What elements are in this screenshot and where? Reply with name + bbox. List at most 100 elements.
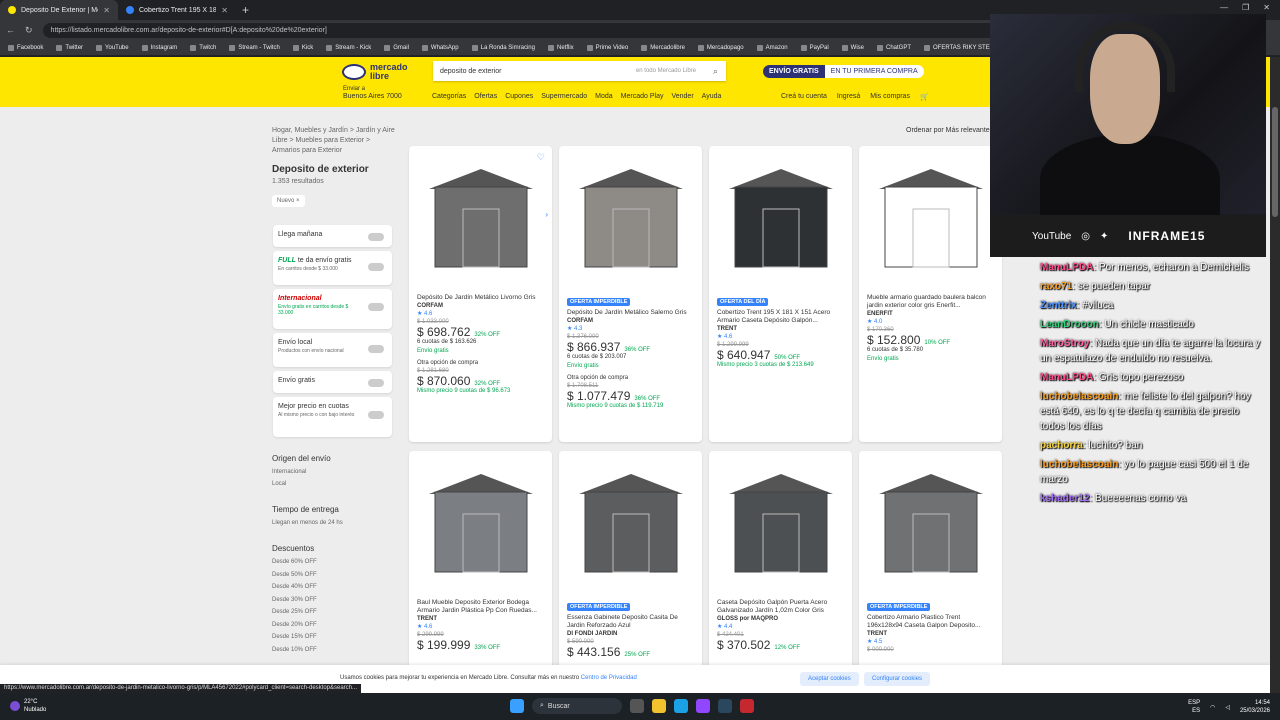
- filter-full[interactable]: FULL te da envío gratis En carritos desd…: [273, 251, 392, 285]
- product-card[interactable]: OFERTA IMPERDIBLE Depósito De Jardín Metá…: [559, 146, 702, 442]
- toggle-switch[interactable]: [368, 303, 384, 311]
- browser-tab-active[interactable]: Deposito De Exterior | MercadoLibre ✕: [0, 0, 118, 20]
- toggle-switch[interactable]: [368, 345, 384, 353]
- steam-icon[interactable]: [718, 699, 732, 713]
- product-image[interactable]: [865, 457, 996, 587]
- search-scope[interactable]: en todo Mercado Libre: [636, 68, 696, 74]
- reload-icon[interactable]: ↻: [25, 25, 33, 36]
- filter-option[interactable]: Internacional: [272, 469, 306, 475]
- mercadolibre-logo[interactable]: mercado libre: [342, 63, 410, 81]
- minimize-icon[interactable]: —: [1220, 3, 1228, 12]
- product-image[interactable]: [565, 457, 696, 587]
- product-title[interactable]: Cobertizo Armario Plastico Trent 196x128…: [867, 614, 997, 630]
- filter-option[interactable]: Local: [272, 481, 286, 487]
- user-link[interactable]: Ingresá: [837, 93, 860, 101]
- bookmark-item[interactable]: Mercadopago: [697, 44, 744, 51]
- product-title[interactable]: Essenza Gabinete Deposito Casita De Jard…: [567, 614, 697, 630]
- app-icon[interactable]: [696, 699, 710, 713]
- product-title[interactable]: Cobertizo Trent 195 X 181 X 151 Acero Ar…: [717, 309, 847, 325]
- search-icon[interactable]: ⌕: [713, 66, 718, 77]
- bookmark-item[interactable]: Amazon: [756, 44, 788, 51]
- file-explorer-icon[interactable]: [652, 699, 666, 713]
- product-title[interactable]: Depósito De Jardín Metálico Livorno Gris: [417, 294, 547, 302]
- bookmark-item[interactable]: OFERTAS RIKY STE...: [924, 44, 995, 51]
- toggle-switch[interactable]: [368, 411, 384, 419]
- product-image[interactable]: [565, 152, 696, 282]
- filter-chip-nuevo[interactable]: Nuevo ×: [272, 195, 305, 207]
- nav-link[interactable]: Moda: [595, 93, 613, 100]
- next-image-icon[interactable]: ›: [545, 210, 548, 219]
- nav-link[interactable]: Ayuda: [702, 93, 722, 100]
- bookmark-item[interactable]: Prime Video: [586, 44, 628, 51]
- wifi-icon[interactable]: ◠: [1210, 704, 1215, 711]
- user-link[interactable]: Mis compras: [870, 93, 910, 101]
- bookmark-item[interactable]: Facebook: [8, 44, 43, 51]
- bookmark-item[interactable]: Netflix: [547, 44, 574, 51]
- product-title[interactable]: Baul Mueble Deposito Exterior Bodega Arm…: [417, 599, 547, 615]
- browser-tab[interactable]: Cobertizo Trent 195 X 181 X 151 A ✕: [118, 0, 236, 20]
- product-image[interactable]: [415, 457, 546, 587]
- toggle-switch[interactable]: [368, 263, 384, 271]
- accept-cookies-button[interactable]: Aceptar cookies: [800, 672, 859, 686]
- page-scrollbar[interactable]: [1270, 57, 1280, 693]
- filter-option[interactable]: Desde 40% OFF: [272, 584, 317, 590]
- nav-link[interactable]: Ofertas: [474, 93, 497, 100]
- cart-icon[interactable]: 🛒: [920, 93, 929, 101]
- favorite-heart-icon[interactable]: ♡: [537, 152, 545, 163]
- product-title[interactable]: Caseta Depósito Galpón Puerta Acero Galv…: [717, 599, 847, 615]
- bookmark-item[interactable]: ChatGPT: [877, 44, 911, 51]
- toggle-switch[interactable]: [368, 233, 384, 241]
- filter-option[interactable]: Desde 60% OFF: [272, 559, 317, 565]
- filter-cuotas[interactable]: Mejor precio en cuotas Al mismo precio o…: [273, 397, 392, 437]
- nav-link[interactable]: Cupones: [505, 93, 533, 100]
- back-icon[interactable]: ←: [6, 25, 15, 35]
- promo-banner[interactable]: ENVÍO GRATIS EN TU PRIMERA COMPRA: [763, 64, 924, 78]
- bookmark-item[interactable]: Twitter: [56, 44, 83, 51]
- product-card[interactable]: ♡ › Depósito De Jardín Metálico Livorno Gr…: [409, 146, 552, 442]
- bookmark-item[interactable]: Twitch: [190, 44, 216, 51]
- nav-link[interactable]: Supermercado: [541, 93, 587, 100]
- configure-cookies-button[interactable]: Configurar cookies: [864, 672, 931, 686]
- bookmark-item[interactable]: Mercadolibre: [641, 44, 685, 51]
- filter-envio-local[interactable]: Envío local Productos con envío nacional: [273, 333, 392, 367]
- url-field[interactable]: https://listado.mercadolibre.com.ar/depo…: [42, 22, 1143, 38]
- product-title[interactable]: Mueble armario guardado baulera balcon j…: [867, 294, 997, 310]
- edge-icon[interactable]: [674, 699, 688, 713]
- bookmark-item[interactable]: WhatsApp: [421, 44, 459, 51]
- filter-internacional[interactable]: Internacional Envío gratis en carritos d…: [273, 289, 392, 329]
- task-view-icon[interactable]: [630, 699, 644, 713]
- bookmark-item[interactable]: PayPal: [800, 44, 829, 51]
- close-tab-icon[interactable]: ✕: [221, 6, 228, 15]
- product-card[interactable]: OFERTA IMPERDIBLE Essenza Gabinete Deposi…: [559, 451, 702, 693]
- nav-link[interactable]: Vender: [671, 93, 693, 100]
- product-title[interactable]: Depósito De Jardín Metálico Salerno Gris: [567, 309, 697, 317]
- product-image[interactable]: [715, 457, 846, 587]
- taskbar-search[interactable]: ⌕ Buscar: [532, 698, 622, 714]
- product-image[interactable]: [865, 152, 996, 282]
- filter-option[interactable]: Desde 20% OFF: [272, 622, 317, 628]
- filter-envio-gratis[interactable]: Envío gratis: [273, 371, 392, 393]
- scrollbar-thumb[interactable]: [1272, 107, 1278, 217]
- search-input[interactable]: deposito de exterior en todo Mercado Lib…: [433, 61, 726, 81]
- bookmark-item[interactable]: YouTube: [96, 44, 129, 51]
- filter-option[interactable]: Llegan en menos de 24 hs: [272, 520, 343, 526]
- app-icon[interactable]: [740, 699, 754, 713]
- product-card[interactable]: OFERTA DEL DÍA Cobertizo Trent 195 X 181 …: [709, 146, 852, 442]
- toggle-switch[interactable]: [368, 379, 384, 387]
- filter-option[interactable]: Desde 50% OFF: [272, 572, 317, 578]
- windows-start-icon[interactable]: [510, 699, 524, 713]
- weather-widget[interactable]: 22°C Nublado: [10, 698, 46, 714]
- bookmark-item[interactable]: La Ronda Simracing: [471, 44, 535, 51]
- close-tab-icon[interactable]: ✕: [103, 6, 110, 15]
- bookmark-item[interactable]: Gmail: [384, 44, 409, 51]
- product-card[interactable]: Caseta Depósito Galpón Puerta Acero Galv…: [709, 451, 852, 693]
- location-selector[interactable]: Enviar a Buenos Aires 7000: [343, 86, 402, 100]
- maximize-icon[interactable]: ❐: [1242, 3, 1249, 12]
- bookmark-item[interactable]: Stream - Twitch: [229, 44, 280, 51]
- product-card[interactable]: Mueble armario guardado baulera balcon j…: [859, 146, 1002, 442]
- close-window-icon[interactable]: ✕: [1263, 3, 1270, 12]
- bookmark-item[interactable]: Wise: [841, 44, 864, 51]
- filter-option[interactable]: Desde 30% OFF: [272, 597, 317, 603]
- volume-icon[interactable]: ◁: [1225, 704, 1230, 711]
- language-indicator[interactable]: ESP ES: [1188, 699, 1200, 715]
